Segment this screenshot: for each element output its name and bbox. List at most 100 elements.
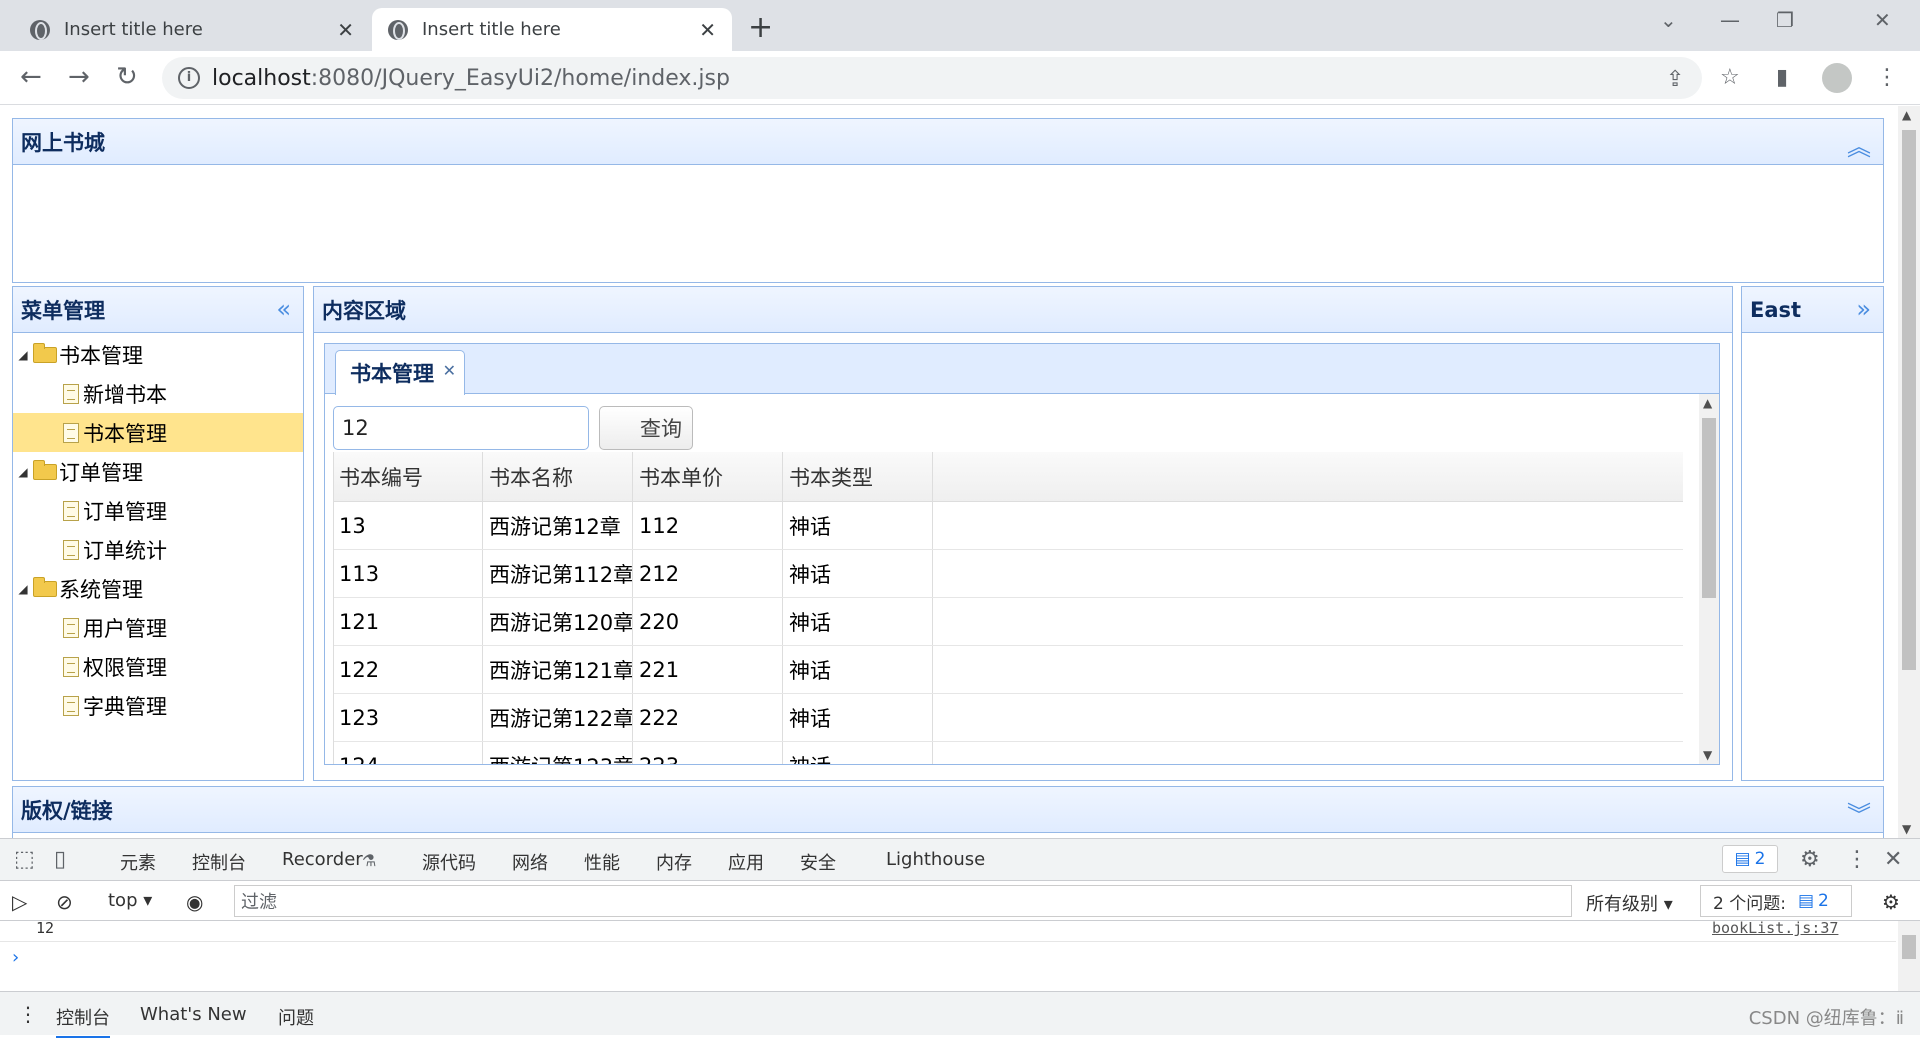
scroll-down-icon[interactable]: ▼ — [1703, 748, 1712, 762]
table-row[interactable]: 123 西游记第122章 222 神话 — [333, 694, 1683, 742]
drawer-tab-issues[interactable]: 问题 — [278, 1004, 314, 1030]
menu-dots-icon[interactable]: ⋮ — [1876, 65, 1898, 90]
query-button[interactable]: 查询 — [599, 406, 693, 450]
clear-console-icon[interactable]: ⊘ — [56, 890, 73, 914]
minimize-icon[interactable]: — — [1720, 8, 1740, 32]
devtools-tab-memory[interactable]: 内存 — [656, 849, 692, 875]
info-icon[interactable]: i — [178, 67, 200, 89]
column-header[interactable]: 书本单价 — [633, 452, 783, 501]
levels-select[interactable]: 所有级别 ▾ — [1586, 890, 1673, 916]
menu-dots-icon[interactable]: ⋮ — [1846, 847, 1868, 872]
tree-node-book-list[interactable]: 书本管理 — [13, 413, 303, 452]
tree-node-add-book[interactable]: 新增书本 — [13, 374, 303, 413]
devtools-tab-sources[interactable]: 源代码 — [422, 849, 476, 875]
tab-body-scrollbar[interactable]: ▲ ▼ — [1699, 394, 1719, 764]
gear-icon[interactable]: ⚙ — [1882, 890, 1900, 914]
east-panel: East » — [1741, 286, 1884, 781]
table-cell: 113 — [333, 550, 483, 597]
reload-icon[interactable]: ↻ — [116, 63, 138, 91]
tab-close-icon[interactable]: ✕ — [443, 361, 456, 380]
tree-node-dict-mgmt[interactable]: 字典管理 — [13, 686, 303, 725]
expand-triangle-icon[interactable]: ◢ — [13, 465, 33, 479]
devtools-tab-lighthouse[interactable]: Lighthouse — [886, 849, 985, 870]
tree-node-label: 系统管理 — [59, 577, 143, 602]
devtools-tab-elements[interactable]: 元素 — [120, 849, 156, 875]
tree-node-system-mgmt[interactable]: ◢ 系统管理 — [13, 569, 303, 608]
column-header[interactable]: 书本编号 — [333, 452, 483, 501]
north-panel-title: 网上书城 — [21, 130, 105, 155]
devtools-tab-console[interactable]: 控制台 — [192, 849, 246, 885]
table-row[interactable]: 113 西游记第112章 212 神话 — [333, 550, 1683, 598]
star-icon[interactable]: ☆ — [1720, 65, 1740, 90]
collapse-left-icon[interactable]: « — [276, 295, 291, 323]
scroll-down-icon[interactable]: ▼ — [1902, 822, 1911, 836]
flask-icon: ⚗ — [362, 851, 377, 870]
console-log-source-link[interactable]: bookList.js:37 — [1712, 919, 1838, 937]
table-row[interactable]: 124 西游记第123章 223 神话 — [333, 742, 1683, 764]
gear-icon[interactable]: ⚙ — [1800, 847, 1820, 872]
tree-node-order-mgmt[interactable]: ◢ 订单管理 — [13, 452, 303, 491]
inspect-icon[interactable]: ⬚ — [14, 847, 35, 872]
eye-icon[interactable]: ◉ — [186, 890, 203, 914]
collapse-up-icon[interactable]: ︽ — [1847, 127, 1871, 162]
chevron-down-icon[interactable]: ⌄ — [1660, 8, 1677, 32]
sidebar-toggle-icon[interactable]: ▷ — [12, 890, 27, 914]
window-close-icon[interactable]: ✕ — [1874, 8, 1891, 32]
console-scrollbar[interactable] — [1898, 921, 1920, 991]
column-header[interactable]: 书本类型 — [783, 452, 933, 501]
page-scrollbar[interactable]: ▲ ▼ — [1898, 106, 1920, 838]
close-icon[interactable]: ✕ — [337, 18, 354, 42]
search-input[interactable]: 12 — [333, 406, 589, 450]
devtools-tab-application[interactable]: 应用 — [728, 849, 764, 875]
console-prompt-icon[interactable]: › — [12, 947, 19, 968]
table-row[interactable]: 121 西游记第120章 220 神话 — [333, 598, 1683, 646]
scroll-up-icon[interactable]: ▲ — [1703, 396, 1712, 410]
console-filter-input[interactable]: 过滤 — [234, 885, 1572, 917]
drawer-tab-whats-new[interactable]: What's New — [140, 1004, 247, 1025]
tree-node-book-mgmt[interactable]: ◢ 书本管理 — [13, 335, 303, 374]
drawer-menu-icon[interactable]: ⋮ — [18, 1002, 38, 1026]
forward-icon[interactable]: → — [68, 63, 90, 91]
new-tab-icon[interactable]: + — [748, 10, 773, 45]
expand-triangle-icon[interactable]: ◢ — [13, 348, 33, 362]
browser-tab-1[interactable]: Insert title here ✕ — [14, 8, 370, 51]
devtools-tab-security[interactable]: 安全 — [800, 849, 836, 875]
scrollbar-thumb[interactable] — [1702, 418, 1716, 598]
devtools-tab-network[interactable]: 网络 — [512, 849, 548, 875]
profile-avatar[interactable] — [1822, 63, 1852, 93]
table-row[interactable]: 122 西游记第121章 221 神话 — [333, 646, 1683, 694]
collapse-down-icon[interactable]: ︾ — [1847, 795, 1871, 830]
table-row[interactable]: 13 西游记第12章 112 神话 — [333, 502, 1683, 550]
table-cell: 124 — [333, 742, 483, 764]
tree-node-order-stats[interactable]: 订单统计 — [13, 530, 303, 569]
table-cell: 神话 — [783, 598, 933, 645]
column-header[interactable]: 书本名称 — [483, 452, 633, 501]
globe-icon — [30, 19, 50, 40]
tree-node-order-list[interactable]: 订单管理 — [13, 491, 303, 530]
close-icon[interactable]: ✕ — [1884, 847, 1902, 872]
browser-tab-2[interactable]: Insert title here ✕ — [372, 8, 732, 51]
restore-icon[interactable]: ❐ — [1776, 8, 1794, 32]
scroll-up-icon[interactable]: ▲ — [1902, 108, 1911, 122]
device-toggle-icon[interactable]: ▯ — [54, 847, 66, 872]
context-select[interactable]: top ▾ — [108, 890, 152, 911]
tab-book-mgmt[interactable]: 书本管理 ✕ — [335, 350, 465, 395]
side-panel-icon[interactable]: ▮ — [1776, 65, 1788, 90]
tree-node-permission-mgmt[interactable]: 权限管理 — [13, 647, 303, 686]
drawer-tab-console[interactable]: 控制台 — [56, 1004, 110, 1038]
scrollbar-thumb[interactable] — [1902, 130, 1916, 670]
scrollbar-thumb[interactable] — [1902, 935, 1916, 959]
issues-button[interactable]: 2 个问题: ▤ 2 — [1700, 885, 1852, 917]
back-icon[interactable]: ← — [20, 63, 42, 91]
close-icon[interactable]: ✕ — [699, 18, 716, 42]
expand-triangle-icon[interactable]: ◢ — [13, 582, 33, 596]
devtools-tab-recorder[interactable]: Recorder — [282, 849, 363, 870]
address-bar[interactable]: i localhost:8080/JQuery_EasyUi2/home/ind… — [162, 57, 1702, 99]
tree-node-user-mgmt[interactable]: 用户管理 — [13, 608, 303, 647]
devtools-tab-performance[interactable]: 性能 — [584, 849, 620, 875]
issues-badge[interactable]: ▤ 2 — [1722, 845, 1778, 873]
tree-node-label: 订单管理 — [59, 460, 143, 485]
grid-border — [333, 452, 334, 764]
collapse-right-icon[interactable]: » — [1856, 295, 1871, 323]
share-icon[interactable]: ⇪ — [1666, 67, 1684, 92]
